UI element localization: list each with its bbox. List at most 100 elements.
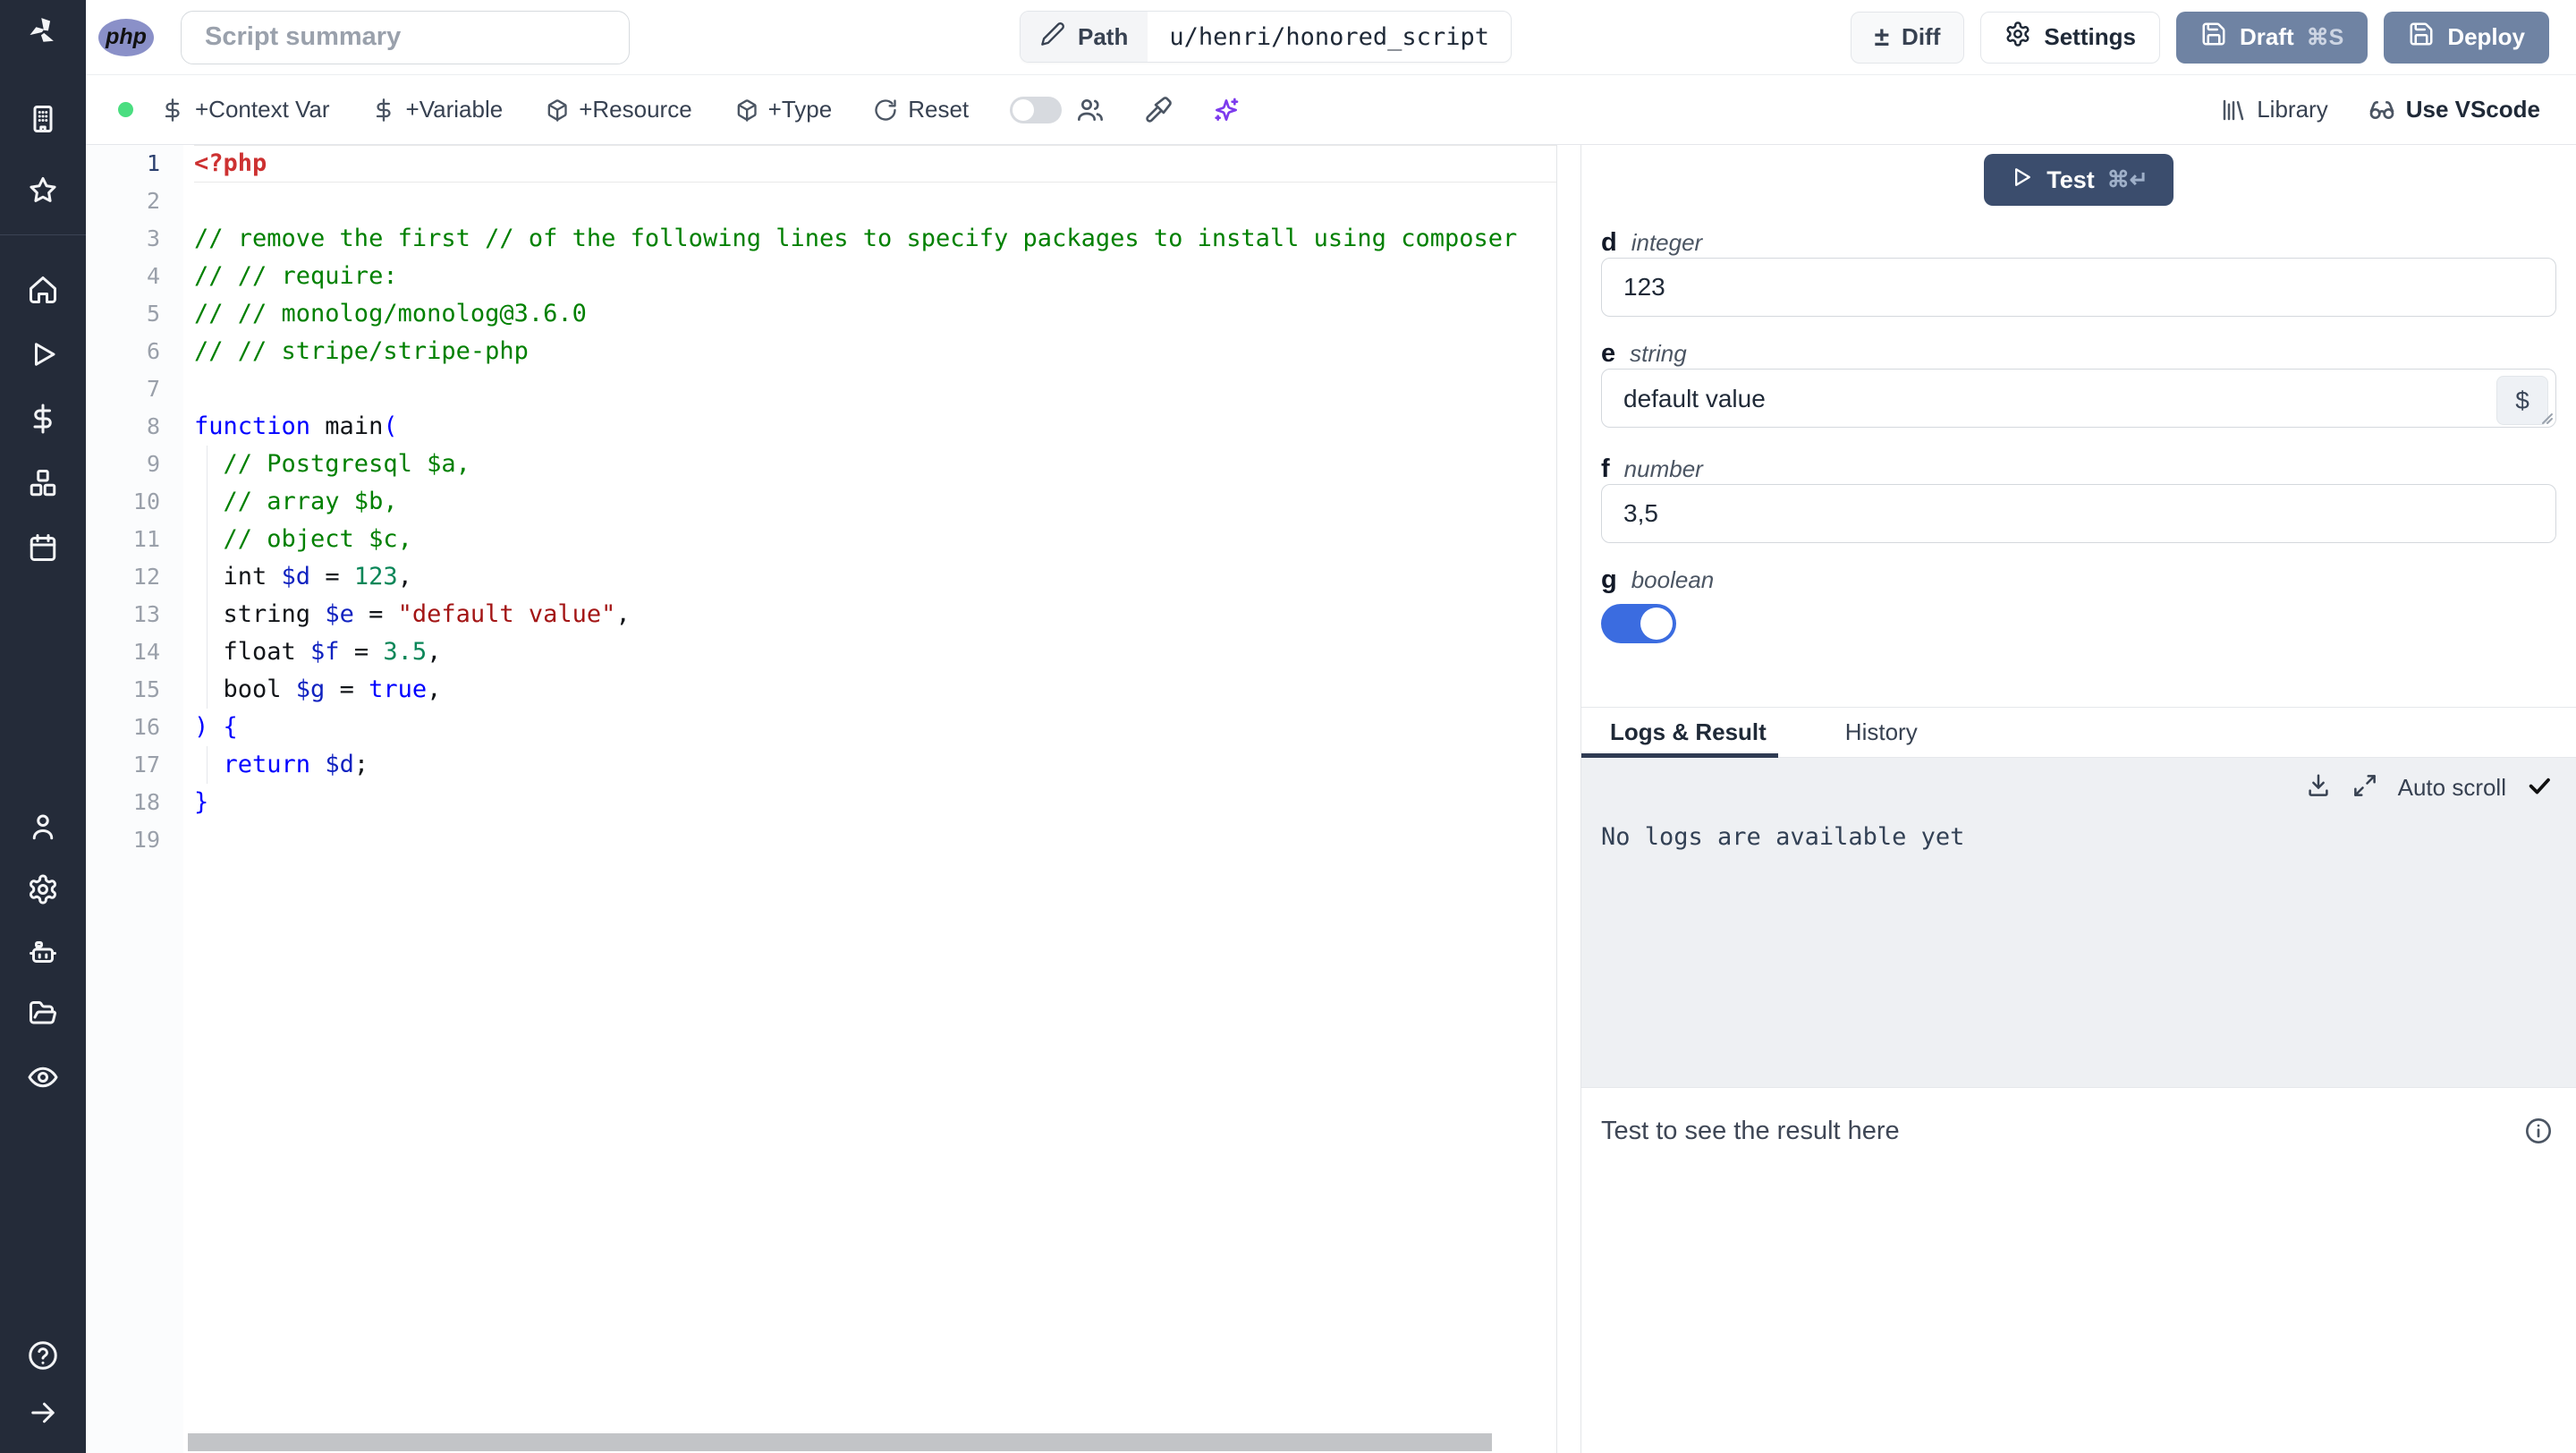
mode-toggle[interactable] [1010,96,1063,123]
draft-button[interactable]: Draft ⌘S [2175,11,2368,64]
code-line[interactable] [194,183,1556,220]
schedules-calendar-icon[interactable] [26,531,60,565]
logs-empty-message: No logs are available yet [1601,823,1965,851]
line-number: 2 [146,188,160,214]
use-vscode-button[interactable]: Use VScode [2368,96,2540,124]
code-line[interactable]: // array $b, [194,483,1556,521]
favorites-star-icon[interactable] [26,174,60,208]
folders-folder-icon[interactable] [26,998,60,1032]
arg-g-toggle[interactable] [1601,604,1676,643]
tab-logs-result[interactable]: Logs & Result [1610,718,1767,746]
settings-button[interactable]: Settings [1980,11,2160,64]
code-line[interactable]: bool $g = true, [194,671,1556,709]
add-context-var-button[interactable]: +Context Var [160,96,330,123]
code-line[interactable]: // object $c, [194,521,1556,558]
save-icon [2200,21,2227,54]
draft-shortcut: ⌘S [2306,24,2344,50]
expand-arrow-icon[interactable] [26,1396,60,1430]
diff-button[interactable]: ± Diff [1850,11,1965,64]
line-number: 6 [146,338,160,364]
check-icon[interactable] [2526,772,2553,803]
arg-d-input[interactable] [1601,258,2556,317]
settings-gear-icon[interactable] [26,872,60,906]
code-lines[interactable]: <?php // remove the first // of the follo… [183,145,1556,1453]
result-panel: Test to see the result here [1581,1087,2576,1453]
arg-d-label: d integer [1601,227,1703,257]
code-line[interactable]: } [194,784,1556,821]
line-number: 8 [146,413,160,439]
pencil-icon [1040,21,1065,53]
editor-toolbar: +Context Var +Variable +Resource +Type R… [86,75,2576,145]
deploy-button[interactable]: Deploy [2384,11,2549,64]
horizontal-scrollbar[interactable] [188,1433,1492,1451]
code-line[interactable]: int $d = 123, [194,558,1556,596]
code-line[interactable]: ) { [194,709,1556,746]
audit-eye-icon[interactable] [26,1060,60,1094]
download-logs-icon[interactable] [2305,772,2332,803]
line-number: 15 [132,676,160,702]
expand-logs-icon[interactable] [2351,772,2378,803]
arg-f-input[interactable] [1601,484,2556,543]
home-icon[interactable] [26,273,60,307]
ai-sparkles-icon[interactable] [1212,96,1241,124]
code-line[interactable]: function main( [194,408,1556,446]
code-line[interactable]: // // monolog/monolog@3.6.0 [194,295,1556,333]
active-tab-underline [1581,753,1778,758]
php-language-badge: php [98,18,154,56]
code-line[interactable]: // Postgresql $a, [194,446,1556,483]
help-question-icon[interactable] [26,1338,60,1372]
format-paintbrush-icon[interactable] [1144,96,1173,124]
info-icon[interactable] [2524,1117,2553,1150]
code-line[interactable]: float $f = 3.5, [194,633,1556,671]
diff-icon: ± [1874,21,1890,52]
add-variable-button[interactable]: +Variable [371,96,503,123]
line-number: 11 [132,526,160,552]
code-line[interactable]: // remove the first // of the following … [194,220,1556,258]
library-button[interactable]: Library [2220,96,2328,123]
variables-dollar-icon[interactable] [26,402,60,436]
line-number: 9 [146,451,160,477]
add-type-button[interactable]: +Type [733,96,832,123]
line-number: 1 [146,150,160,176]
user-icon[interactable] [26,810,60,844]
runs-play-icon[interactable] [26,337,60,371]
code-line[interactable] [194,370,1556,408]
play-icon [2009,165,2034,196]
line-number: 10 [132,489,160,514]
topbar: php Path u/henri/honored_script ± Diff [86,0,2576,75]
code-line[interactable]: // // stripe/stripe-php [194,333,1556,370]
arg-f-label: f number [1601,454,1703,483]
line-number: 14 [132,639,160,665]
arg-e-input[interactable]: default value [1601,369,2556,428]
script-summary-input[interactable] [181,10,630,64]
tab-history[interactable]: History [1845,718,1918,746]
code-line[interactable]: <?php [194,145,1556,183]
line-number: 16 [132,714,160,740]
auto-scroll-label[interactable]: Auto scroll [2398,774,2506,802]
code-editor[interactable]: 1 2 3 4 5 6 7 8 9 10 11 12 13 14 15 16 17 18 19 <?php// re… [86,145,1556,1453]
panel-splitter[interactable] [1556,145,1581,1453]
path-value: u/henri/honored_script [1169,22,1489,51]
line-number: 3 [146,225,160,251]
windmill-script-editor: php Path u/henri/honored_script ± Diff [0,0,2576,1453]
reset-button[interactable]: Reset [873,96,969,123]
status-indicator [118,102,133,117]
test-button[interactable]: Test ⌘↵ [1984,154,2174,206]
save-icon [2408,21,2435,54]
resize-gripper-icon[interactable] [2538,409,2554,429]
windmill-logo-icon[interactable] [26,14,60,48]
workers-robot-icon[interactable] [26,935,60,969]
line-number: 7 [146,376,160,402]
code-line[interactable]: return $d; [194,746,1556,784]
resources-cubes-icon[interactable] [26,466,60,500]
line-numbers: 1 2 3 4 5 6 7 8 9 10 11 12 13 14 15 16 17 18 19 [86,145,183,1453]
line-number: 4 [146,263,160,289]
workspace-building-icon[interactable] [26,102,60,136]
path-editor[interactable]: Path u/henri/honored_script [1020,11,1512,63]
add-resource-button[interactable]: +Resource [544,96,692,123]
code-line[interactable]: // // require: [194,258,1556,295]
code-line[interactable] [194,821,1556,859]
logs-panel: Auto scroll No logs are available yet [1581,758,2576,1087]
code-line[interactable]: string $e = "default value", [194,596,1556,633]
arg-e-label: e string [1601,338,1687,368]
